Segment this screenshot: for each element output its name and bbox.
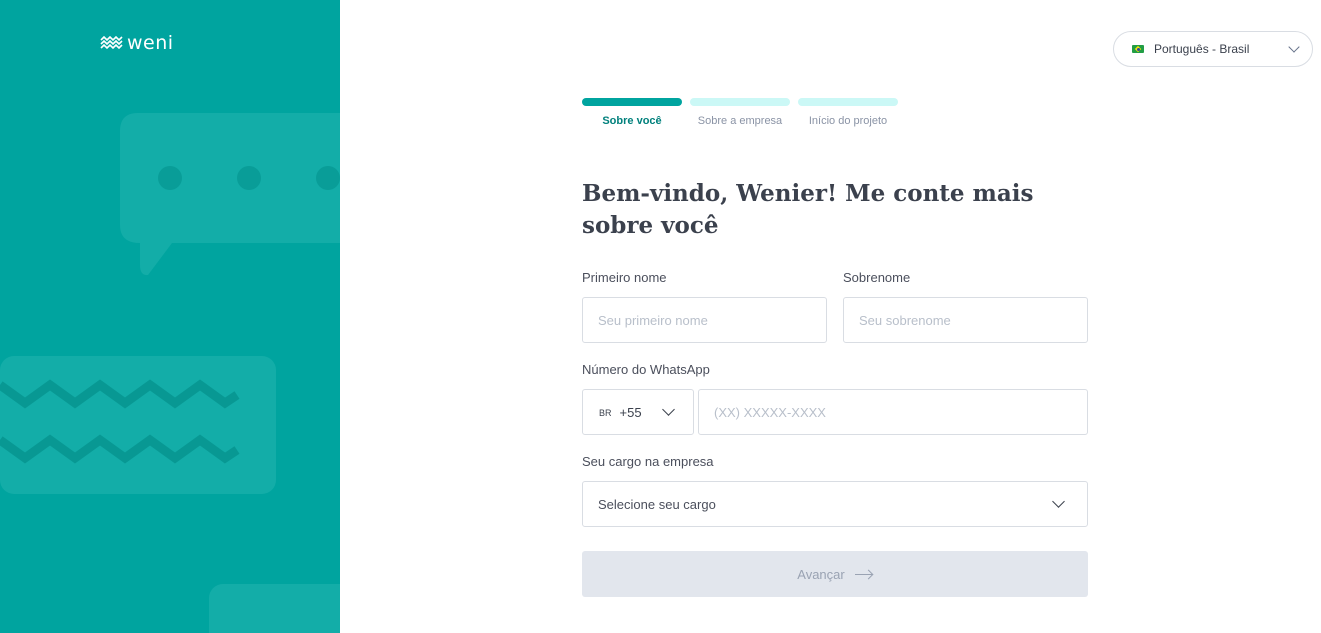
step-project-start: Início do projeto <box>798 98 898 127</box>
step-bar <box>690 98 790 106</box>
step-label: Início do projeto <box>808 115 888 127</box>
brand-panel: weni <box>0 0 340 633</box>
step-label: Sobre você <box>602 115 662 127</box>
next-button[interactable]: Avançar <box>582 551 1088 597</box>
last-name-field-wrapper <box>843 297 1088 343</box>
chevron-down-icon <box>662 403 675 416</box>
step-about-company: Sobre a empresa <box>690 98 790 127</box>
whatsapp-label: Número do WhatsApp <box>582 362 710 377</box>
last-name-input[interactable] <box>844 298 1087 342</box>
phone-field-wrapper <box>698 389 1088 435</box>
next-button-label: Avançar <box>797 566 845 582</box>
step-bar <box>582 98 682 106</box>
language-select[interactable]: Português - Brasil <box>1113 31 1313 67</box>
chevron-down-icon <box>1052 495 1065 508</box>
arrow-right-icon <box>854 569 873 579</box>
role-select-value: Selecione seu cargo <box>598 496 716 512</box>
chat-bubble-decoration <box>0 113 340 633</box>
role-label: Seu cargo na empresa <box>582 454 714 469</box>
step-about-you: Sobre você <box>582 98 682 127</box>
dial-code: +55 <box>619 404 642 420</box>
first-name-label: Primeiro nome <box>582 270 667 285</box>
progress-steps: Sobre você Sobre a empresa Início do pro… <box>582 98 898 127</box>
step-label: Sobre a empresa <box>697 115 783 127</box>
first-name-input[interactable] <box>583 298 826 342</box>
brazil-flag-icon <box>1132 45 1144 53</box>
country-code: BR <box>599 408 612 418</box>
country-code-select[interactable]: BR +55 <box>582 389 694 435</box>
phone-input[interactable] <box>699 390 1087 434</box>
language-label: Português - Brasil <box>1154 42 1250 56</box>
first-name-field-wrapper <box>582 297 827 343</box>
role-select[interactable]: Selecione seu cargo <box>582 481 1088 527</box>
step-bar <box>798 98 898 106</box>
last-name-label: Sobrenome <box>843 270 911 285</box>
page-title: Bem-vindo, Wenier! Me conte mais sobre v… <box>582 180 1034 239</box>
chevron-down-icon <box>1288 41 1300 53</box>
